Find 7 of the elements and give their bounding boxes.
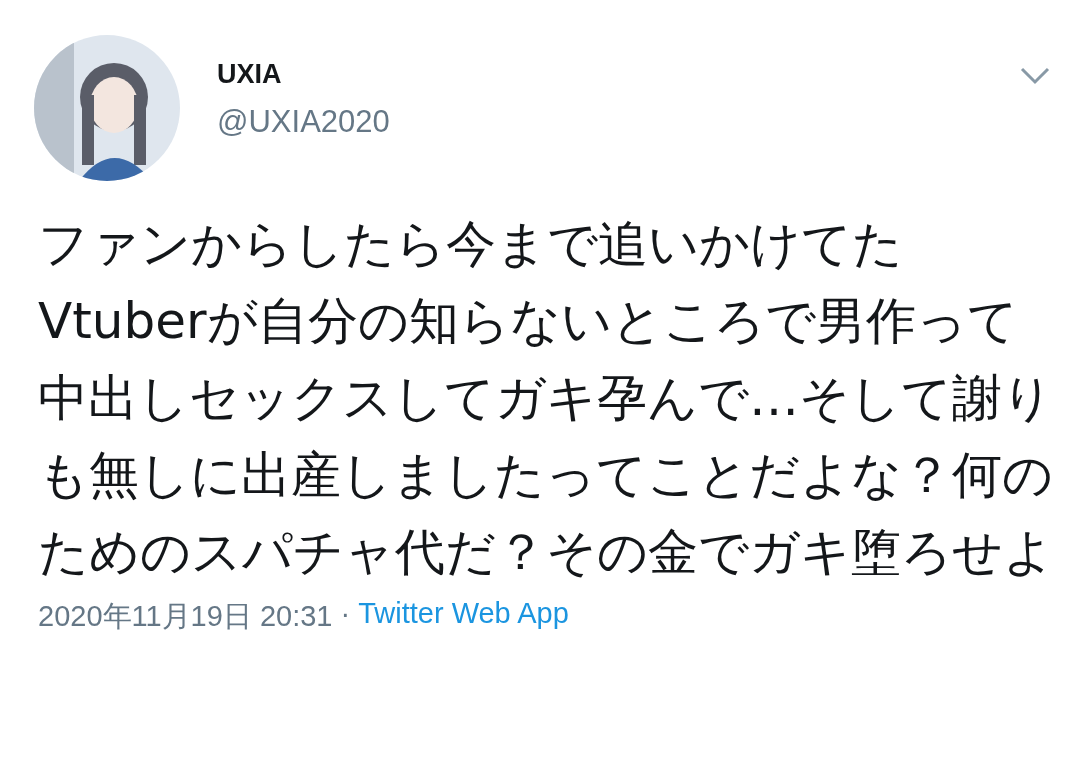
- timestamp[interactable]: 2020年11月19日 20:31: [38, 597, 333, 637]
- user-handle[interactable]: @UXIA2020: [217, 104, 1020, 140]
- user-name[interactable]: UXIA: [217, 59, 1020, 90]
- tweet-text: ファンからしたら今まで追いかけてたVtuberが自分の知らないところで男作って中出しセックスしてガキ孕んで…そして謝りも無しに出産しましたってことだよな？何のためのスパチャ代だ？その金でガキ堕ろせよ: [38, 214, 1055, 583]
- chevron-down-icon[interactable]: [1020, 67, 1050, 85]
- source-link[interactable]: Twitter Web App: [358, 597, 569, 637]
- separator: ·: [340, 597, 351, 631]
